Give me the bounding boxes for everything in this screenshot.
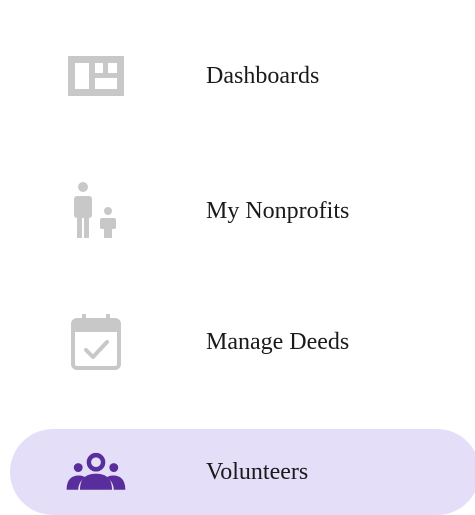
sidebar-nav: Dashboards My Nonprofits Manage Deeds Vo… [0, 0, 475, 515]
nav-item-label: My Nonprofits [206, 197, 350, 224]
nav-item-volunteers[interactable]: Volunteers [10, 429, 475, 515]
nonprofits-people-icon [64, 179, 128, 243]
nav-item-manage-deeds[interactable]: Manage Deeds [10, 299, 475, 385]
nav-item-label: Dashboards [206, 62, 320, 89]
dashboard-grid-icon [64, 44, 128, 108]
nav-item-dashboards[interactable]: Dashboards [10, 33, 475, 119]
nav-item-label: Manage Deeds [206, 328, 350, 355]
calendar-check-icon [64, 310, 128, 374]
volunteers-group-icon [64, 440, 128, 504]
nav-item-my-nonprofits[interactable]: My Nonprofits [10, 168, 475, 254]
nav-item-label: Volunteers [206, 458, 309, 485]
